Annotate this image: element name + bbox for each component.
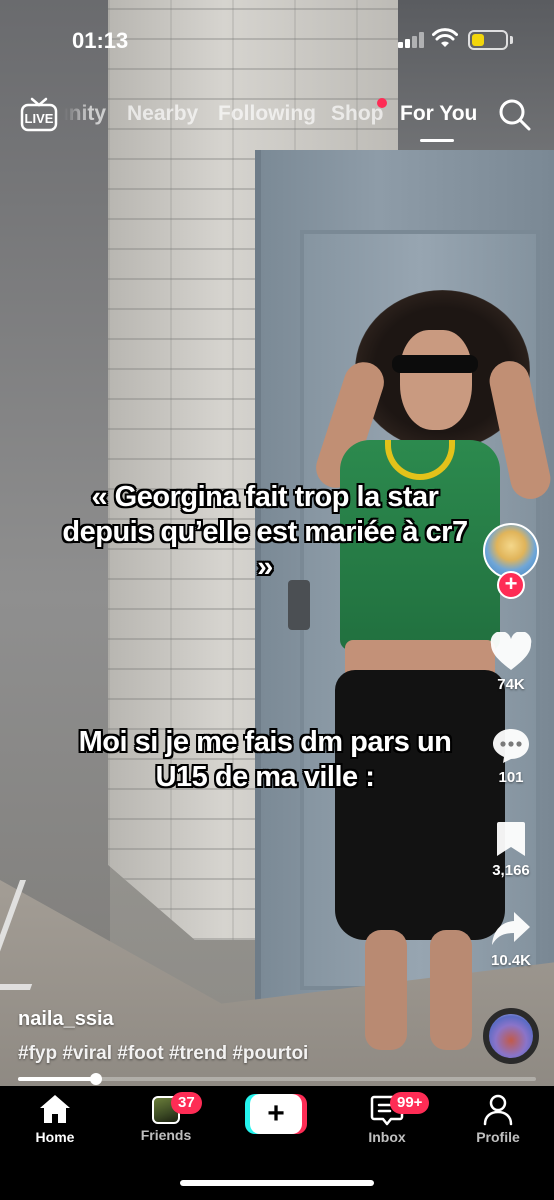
video-scene-door-handle: [288, 580, 310, 630]
follow-plus-icon[interactable]: +: [497, 571, 525, 599]
top-nav: LIVE Community Nearby Following Shop For…: [0, 90, 554, 142]
shop-notification-dot: [377, 98, 387, 108]
tab-inbox[interactable]: 99+ Inbox: [342, 1092, 432, 1145]
status-time: 01:13: [72, 28, 129, 53]
video-caption-text: Moi si je me fais dm pars un U15 de ma v…: [78, 726, 452, 793]
video-progress-fill: [18, 1077, 96, 1081]
comment-count: 101: [498, 769, 524, 786]
battery-tip: [510, 36, 513, 44]
tab-friends[interactable]: 37 Friends: [121, 1092, 211, 1143]
tab-profile[interactable]: Profile: [453, 1092, 543, 1145]
tab-for-you[interactable]: For You: [400, 102, 477, 126]
battery-icon: [468, 30, 508, 50]
friends-badge: 37: [171, 1092, 202, 1114]
profile-icon: [483, 1094, 513, 1126]
share-arrow-icon: [492, 912, 530, 945]
live-label: LIVE: [25, 111, 54, 126]
battery-level: [472, 34, 484, 46]
heart-icon: [490, 632, 532, 670]
status-bar: 01:13: [0, 0, 554, 60]
video-caption-quote: « Georgina fait trop la star depuis qu’e…: [62, 481, 468, 583]
tab-home[interactable]: Home: [10, 1092, 100, 1145]
tab-home-label: Home: [35, 1129, 75, 1145]
live-icon[interactable]: LIVE: [20, 96, 58, 132]
tab-profile-label: Profile: [476, 1129, 520, 1145]
search-icon[interactable]: [498, 98, 532, 132]
wifi-icon: [432, 28, 458, 47]
video-person-pants: [335, 670, 505, 940]
music-disc-icon[interactable]: [483, 1008, 539, 1064]
video-person-face: [400, 330, 472, 430]
video-person-leg: [365, 930, 407, 1050]
share-count: 10.4K: [490, 952, 532, 969]
tab-nearby[interactable]: Nearby: [127, 102, 198, 126]
plus-icon: +: [250, 1094, 302, 1134]
video-progress-bar[interactable]: [18, 1073, 536, 1085]
tab-inbox-label: Inbox: [368, 1129, 406, 1145]
tab-shop[interactable]: Shop: [331, 102, 384, 126]
share-button[interactable]: 10.4K: [483, 910, 539, 969]
video-progress-handle[interactable]: [89, 1073, 102, 1085]
active-tab-indicator: [420, 139, 454, 142]
like-count: 74K: [497, 676, 525, 693]
video-person-leg: [430, 930, 472, 1050]
bookmark-icon: [497, 822, 525, 856]
save-button[interactable]: 3,166: [483, 820, 539, 879]
video-person-sunglasses: [392, 355, 478, 373]
creator-username[interactable]: naila_ssia: [18, 1008, 114, 1031]
home-icon: [40, 1095, 70, 1123]
home-indicator: [180, 1180, 374, 1186]
like-button[interactable]: 74K: [483, 632, 539, 693]
comment-button[interactable]: 101: [483, 727, 539, 786]
comment-icon: [493, 729, 529, 763]
create-button[interactable]: +: [245, 1094, 307, 1134]
inbox-badge: 99+: [390, 1092, 430, 1114]
video-hashtags[interactable]: #fyp #viral #foot #trend #pourtoi: [18, 1043, 308, 1065]
bottom-tab-bar: Home 37 Friends + 99+ Inbox Profile: [0, 1086, 554, 1200]
tab-community[interactable]: Community: [64, 102, 106, 126]
tab-following[interactable]: Following: [218, 102, 316, 126]
cellular-signal-icon: [398, 32, 424, 48]
save-count: 3,166: [492, 862, 530, 879]
tab-friends-label: Friends: [140, 1127, 192, 1143]
